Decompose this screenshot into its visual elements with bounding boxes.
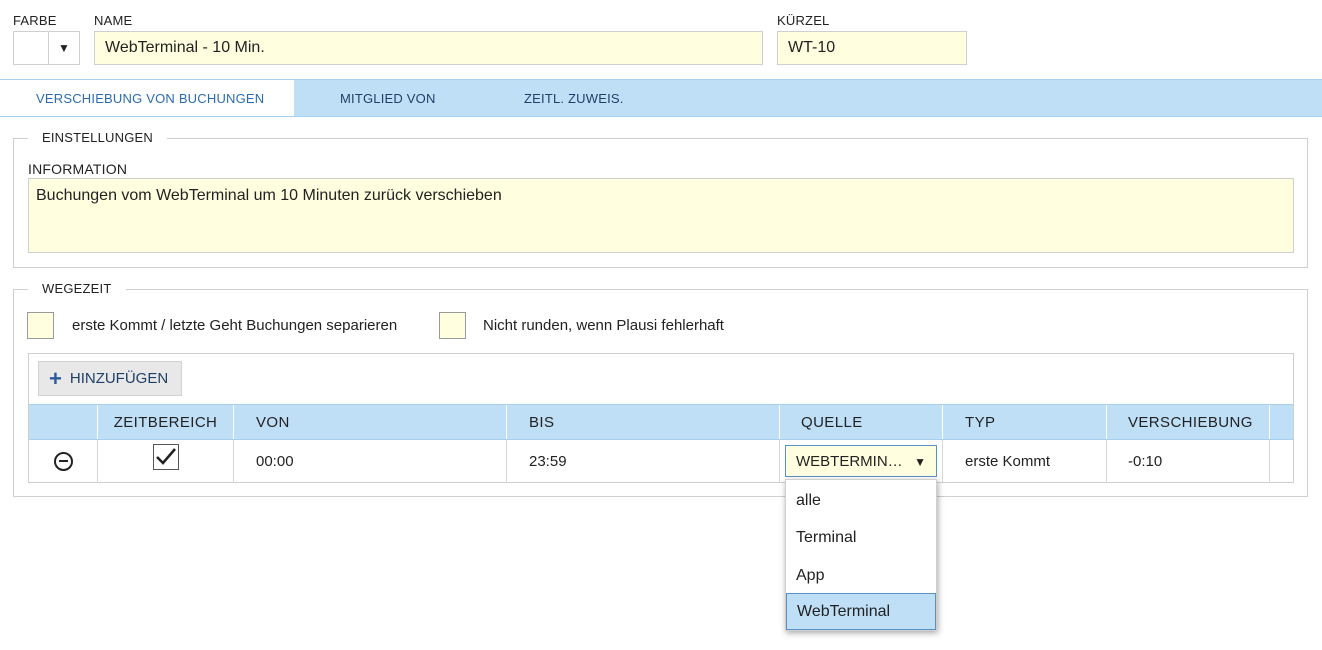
verschiebung-cell[interactable]: -0:10 (1106, 440, 1269, 482)
minus-circle-icon[interactable] (53, 451, 73, 471)
name-label: NAME (94, 13, 133, 28)
color-swatch[interactable] (14, 32, 49, 64)
color-picker[interactable]: ▼ (13, 31, 80, 65)
von-cell[interactable]: 00:00 (233, 440, 506, 482)
quelle-option-alle[interactable]: alle (786, 482, 936, 519)
quelle-option-webterminal[interactable]: WebTerminal (786, 593, 936, 630)
bis-cell[interactable]: 23:59 (506, 440, 779, 482)
grid-header: ZEITBEREICH VON BIS QUELLE TYP VERSCHIEB… (29, 404, 1293, 440)
farbe-label: FARBE (13, 13, 57, 28)
wegezeit-legend: WEGEZEIT (28, 281, 126, 296)
extra-cell (1269, 440, 1293, 482)
col-quelle[interactable]: QUELLE (779, 405, 942, 439)
chevron-down-icon: ▼ (914, 455, 926, 469)
tab-verschiebung[interactable]: VERSCHIEBUNG VON BUCHUNGEN (0, 80, 294, 116)
col-typ[interactable]: TYP (942, 405, 1106, 439)
col-extra (1269, 405, 1293, 439)
separieren-label: erste Kommt / letzte Geht Buchungen sepa… (72, 317, 398, 334)
col-bis[interactable]: BIS (506, 405, 779, 439)
separieren-checkbox[interactable] (27, 312, 54, 339)
add-button[interactable]: + HINZUFÜGEN (38, 361, 182, 396)
quelle-option-terminal[interactable]: Terminal (786, 519, 936, 556)
add-button-label: HINZUFÜGEN (69, 370, 169, 387)
information-label: INFORMATION (28, 161, 128, 177)
tab-zeitl-zuweis[interactable]: ZEITL. ZUWEIS. (524, 80, 624, 116)
quelle-option-app[interactable]: App (786, 557, 936, 594)
plus-icon: + (49, 365, 62, 391)
nicht-runden-label: Nicht runden, wenn Plausi fehlerhaft (483, 317, 724, 334)
quelle-dropdown: alle Terminal App WebTerminal (785, 479, 937, 631)
quelle-select[interactable]: WEBTERMIN… ▼ (785, 445, 937, 477)
typ-cell[interactable]: erste Kommt (942, 440, 1106, 482)
information-textarea[interactable]: Buchungen vom WebTerminal um 10 Minuten … (28, 178, 1294, 253)
col-von[interactable]: VON (233, 405, 506, 439)
zeitbereich-cell (97, 440, 233, 482)
einstellungen-legend: EINSTELLUNGEN (28, 130, 167, 145)
chevron-down-icon[interactable]: ▼ (49, 32, 79, 64)
table-row: 00:00 23:59 erste Kommt -0:10 (29, 440, 1293, 482)
tab-mitglied-von[interactable]: MITGLIED VON (340, 80, 436, 116)
col-verschiebung[interactable]: VERSCHIEBUNG (1106, 405, 1269, 439)
zeitbereich-checkbox[interactable] (152, 444, 179, 470)
nicht-runden-checkbox[interactable] (439, 312, 466, 339)
kuerzel-label: KÜRZEL (777, 13, 830, 28)
name-field[interactable]: WebTerminal - 10 Min. (94, 31, 763, 65)
checkmark-icon (155, 448, 176, 465)
col-zeitbereich[interactable]: ZEITBEREICH (97, 405, 233, 439)
kuerzel-field[interactable]: WT-10 (777, 31, 967, 65)
remove-row-cell (29, 440, 97, 482)
quelle-select-value: WEBTERMIN… (796, 452, 903, 470)
tab-bar: VERSCHIEBUNG VON BUCHUNGEN MITGLIED VON … (0, 79, 1322, 117)
